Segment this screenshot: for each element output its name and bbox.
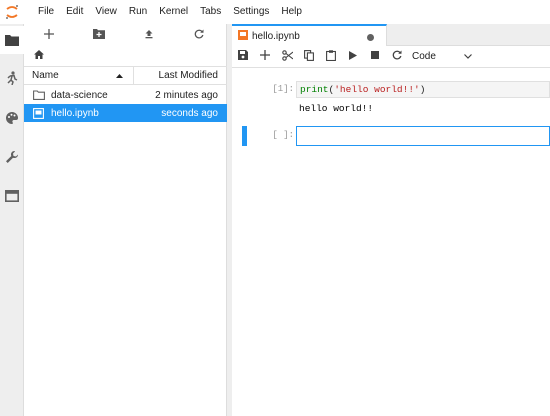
upload-button[interactable]: [124, 24, 174, 46]
home-icon[interactable]: [34, 50, 44, 62]
wrench-icon[interactable]: [0, 143, 24, 171]
stop-icon: [371, 51, 379, 62]
last-modified-column-header[interactable]: Last Modified: [134, 70, 227, 81]
chevron-down-icon: [464, 51, 472, 62]
input-prompt: [ ]:: [272, 130, 294, 140]
notebook-area: hello.ipynb Code [1]: print('hello world…: [232, 24, 550, 416]
folder-icon[interactable]: [0, 26, 24, 54]
folder-icon: [33, 90, 49, 100]
menu-tabs[interactable]: Tabs: [194, 0, 227, 24]
file-name: data-science: [51, 89, 108, 101]
file-row-hello-ipynb[interactable]: hello.ipynb seconds ago: [24, 104, 227, 122]
running-icon[interactable]: [0, 64, 24, 92]
code-cell-active[interactable]: [ ]:: [232, 124, 550, 148]
name-column-header[interactable]: Name: [24, 67, 134, 84]
cell-output: hello world!!: [299, 103, 374, 114]
upload-icon: [144, 29, 154, 42]
code-editor[interactable]: [296, 126, 550, 146]
refresh-icon: [194, 29, 204, 42]
new-folder-button[interactable]: [74, 24, 124, 46]
sort-ascending-icon: [116, 70, 123, 81]
file-list-header: Name Last Modified: [24, 66, 227, 85]
tab-label: hello.ipynb: [252, 30, 300, 42]
paste-icon: [326, 49, 336, 64]
refresh-button[interactable]: [174, 24, 224, 46]
restart-button[interactable]: [386, 46, 408, 68]
file-modified: seconds ago: [161, 107, 218, 119]
notebook-icon: [33, 107, 49, 119]
save-button[interactable]: [232, 46, 254, 68]
plus-icon: [44, 28, 54, 42]
unsaved-indicator-icon[interactable]: [367, 34, 374, 41]
menu-settings[interactable]: Settings: [227, 0, 275, 24]
menu-kernel[interactable]: Kernel: [153, 0, 194, 24]
copy-button[interactable]: [298, 46, 320, 68]
interrupt-button[interactable]: [364, 46, 386, 68]
code-editor[interactable]: print('hello world!!'): [296, 81, 550, 98]
menu-file[interactable]: File: [32, 0, 60, 24]
menu-help[interactable]: Help: [275, 0, 308, 24]
new-launcher-button[interactable]: [24, 24, 74, 46]
copy-icon: [304, 49, 314, 64]
menu-edit[interactable]: Edit: [60, 0, 89, 24]
notebook-toolbar: Code: [232, 46, 550, 68]
tab-hello-ipynb[interactable]: hello.ipynb: [232, 24, 387, 46]
file-browser-toolbar: [24, 24, 227, 46]
cell-type-dropdown[interactable]: Code: [412, 51, 472, 62]
refresh-icon: [392, 50, 402, 63]
left-activity-bar: [0, 24, 24, 416]
menu-run[interactable]: Run: [123, 0, 153, 24]
tabs-icon[interactable]: [0, 182, 24, 210]
input-prompt: [1]:: [272, 84, 294, 94]
file-browser-panel: Name Last Modified data-science 2 minute…: [24, 24, 227, 416]
plus-icon: [260, 50, 270, 63]
palette-icon[interactable]: [0, 104, 24, 132]
new-folder-icon: [93, 28, 105, 42]
file-modified: 2 minutes ago: [155, 89, 218, 101]
run-button[interactable]: [342, 46, 364, 68]
jupyter-logo-icon: [0, 0, 24, 24]
breadcrumb: [24, 46, 227, 66]
jupyterlab-window: File Edit View Run Kernel Tabs Settings …: [0, 0, 550, 416]
tab-bar: hello.ipynb: [232, 24, 550, 46]
code-cell[interactable]: [1]: print('hello world!!') hello world!…: [232, 78, 550, 118]
cut-button[interactable]: [276, 46, 298, 68]
file-row-data-science[interactable]: data-science 2 minutes ago: [24, 86, 227, 104]
menu-bar: File Edit View Run Kernel Tabs Settings …: [0, 0, 550, 24]
menu-view[interactable]: View: [89, 0, 123, 24]
play-icon: [349, 50, 357, 63]
file-name: hello.ipynb: [51, 107, 99, 119]
active-cell-indicator: [242, 126, 247, 146]
paste-button[interactable]: [320, 46, 342, 68]
cell-type-value: Code: [412, 51, 436, 62]
save-icon: [238, 50, 248, 63]
scissors-icon: [281, 49, 293, 64]
notebook-icon: [238, 29, 248, 43]
insert-cell-button[interactable]: [254, 46, 276, 68]
